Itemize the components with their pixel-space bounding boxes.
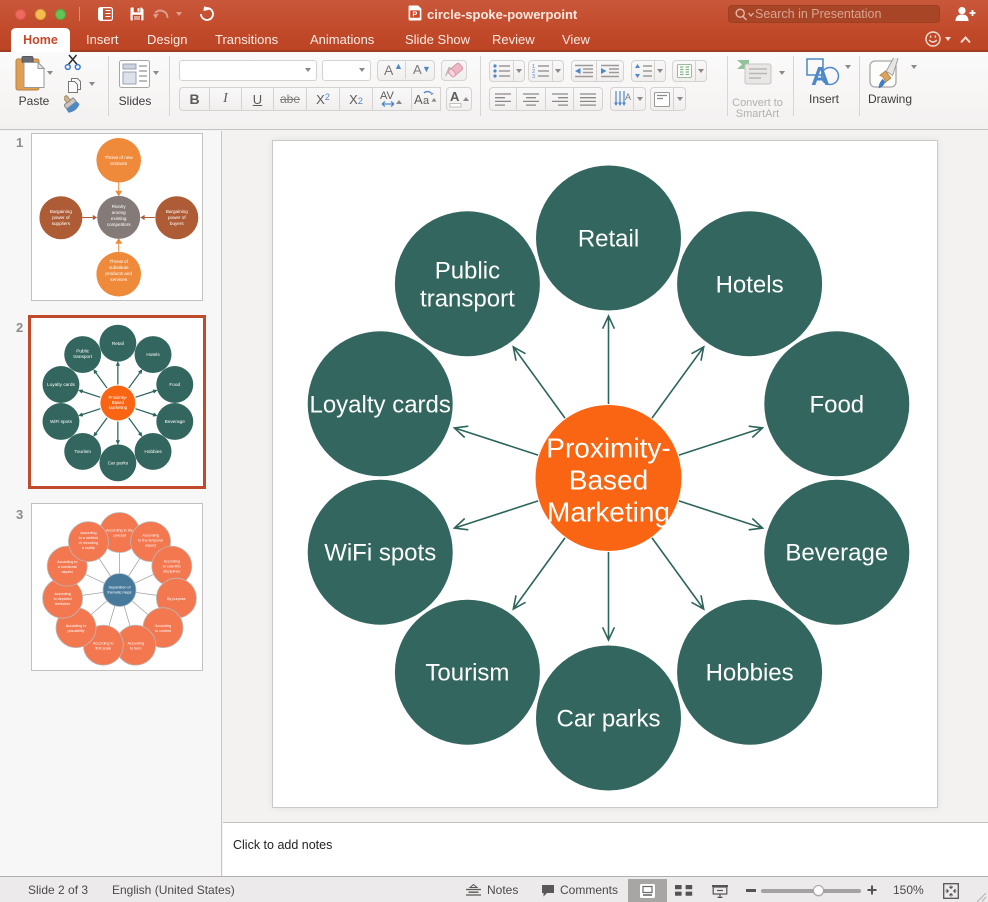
svg-text:Loyalty cards: Loyalty cards <box>47 382 75 388</box>
svg-text:Based: Based <box>112 400 125 405</box>
svg-text:Hotels: Hotels <box>716 271 784 298</box>
svg-text:services: services <box>110 277 128 282</box>
svg-text:among: among <box>112 210 126 215</box>
svg-text:Food: Food <box>809 391 864 418</box>
svg-text:buyers: buyers <box>170 221 184 226</box>
svg-text:According: According <box>127 642 143 646</box>
svg-text:of recording: of recording <box>79 541 98 545</box>
svg-text:According: According <box>164 560 180 564</box>
svg-text:first scale: first scale <box>96 647 112 651</box>
svg-text:AV: AV <box>380 90 395 102</box>
svg-text:to the temporal: to the temporal <box>138 539 163 543</box>
svg-text:competitors: competitors <box>107 222 131 227</box>
svg-text:According to: According to <box>93 642 114 646</box>
svg-text:3: 3 <box>532 74 535 78</box>
svg-text:Rivalry: Rivalry <box>112 204 127 209</box>
svg-text:WiFi spots: WiFi spots <box>324 540 436 567</box>
svg-text:Car parks: Car parks <box>556 706 660 733</box>
svg-text:Based: Based <box>569 465 648 496</box>
svg-text:to a method: to a method <box>79 536 98 540</box>
svg-text:Marketing: Marketing <box>547 497 670 528</box>
svg-text:Hotels: Hotels <box>146 352 160 358</box>
svg-text:to content: to content <box>155 629 171 633</box>
svg-text:to depicted: to depicted <box>54 597 72 601</box>
svg-text:a reality: a reality <box>82 546 95 550</box>
svg-text:According: According <box>54 592 70 596</box>
svg-text:Hobbies: Hobbies <box>144 449 162 455</box>
svg-text:a: a <box>423 95 430 107</box>
svg-text:existing: existing <box>111 216 127 221</box>
svg-text:Threat of new: Threat of new <box>105 155 134 160</box>
svg-text:a functional: a functional <box>58 565 77 569</box>
svg-text:Public: Public <box>435 257 500 284</box>
svg-text:According: According <box>80 531 96 535</box>
svg-text:Car parks: Car parks <box>108 460 129 466</box>
svg-text:Retail: Retail <box>112 341 124 347</box>
svg-text:A: A <box>625 92 631 102</box>
svg-text:Threat of: Threat of <box>110 259 129 264</box>
svg-text:substitute: substitute <box>109 265 129 270</box>
svg-text:aspect: aspect <box>62 570 73 574</box>
svg-text:territories: territories <box>55 602 71 606</box>
svg-text:By purpose: By purpose <box>167 597 186 601</box>
svg-text:According to: According to <box>66 624 87 628</box>
svg-text:Proximity-: Proximity- <box>546 433 670 464</box>
svg-text:Bargaining: Bargaining <box>50 209 72 214</box>
svg-text:A: A <box>811 61 830 90</box>
svg-text:Tourism: Tourism <box>425 660 509 687</box>
svg-text:power of: power of <box>168 215 186 220</box>
svg-text:Retail: Retail <box>578 226 639 253</box>
svg-text:Bargaining: Bargaining <box>166 209 188 214</box>
svg-text:According to: According to <box>57 560 77 564</box>
svg-text:transport: transport <box>420 285 515 312</box>
svg-text:According to the: According to the <box>106 529 133 533</box>
svg-text:power of: power of <box>52 215 70 220</box>
svg-text:P: P <box>412 10 417 19</box>
svg-text:A: A <box>450 89 460 104</box>
svg-text:Beverage: Beverage <box>785 540 888 567</box>
svg-text:Marketing: Marketing <box>109 405 128 410</box>
svg-text:to form: to form <box>130 647 141 651</box>
svg-text:transport: transport <box>73 354 92 360</box>
svg-text:Beverage: Beverage <box>165 419 186 425</box>
svg-text:products and: products and <box>105 271 132 276</box>
svg-text:plausibility: plausibility <box>67 629 84 633</box>
svg-text:A: A <box>414 92 423 107</box>
svg-text:disciplines: disciplines <box>163 570 180 574</box>
svg-text:aspect: aspect <box>145 544 156 548</box>
svg-text:thematic maps: thematic maps <box>108 591 132 595</box>
svg-text:suppliers: suppliers <box>52 221 71 226</box>
svg-text:WiFi spots: WiFi spots <box>50 419 73 425</box>
svg-text:Loyalty cards: Loyalty cards <box>309 391 450 418</box>
svg-text:to scientific: to scientific <box>163 565 181 569</box>
svg-text:Separation of: Separation of <box>109 586 132 590</box>
svg-text:Tourism: Tourism <box>74 449 91 455</box>
svg-text:concept: concept <box>113 534 126 538</box>
svg-text:Proximity-: Proximity- <box>108 395 127 400</box>
svg-text:Public: Public <box>76 349 89 355</box>
svg-text:According: According <box>142 534 158 538</box>
svg-text:According: According <box>155 624 171 628</box>
svg-text:Hobbies: Hobbies <box>706 660 794 687</box>
svg-text:entrants: entrants <box>110 161 127 166</box>
svg-text:Food: Food <box>169 382 180 388</box>
